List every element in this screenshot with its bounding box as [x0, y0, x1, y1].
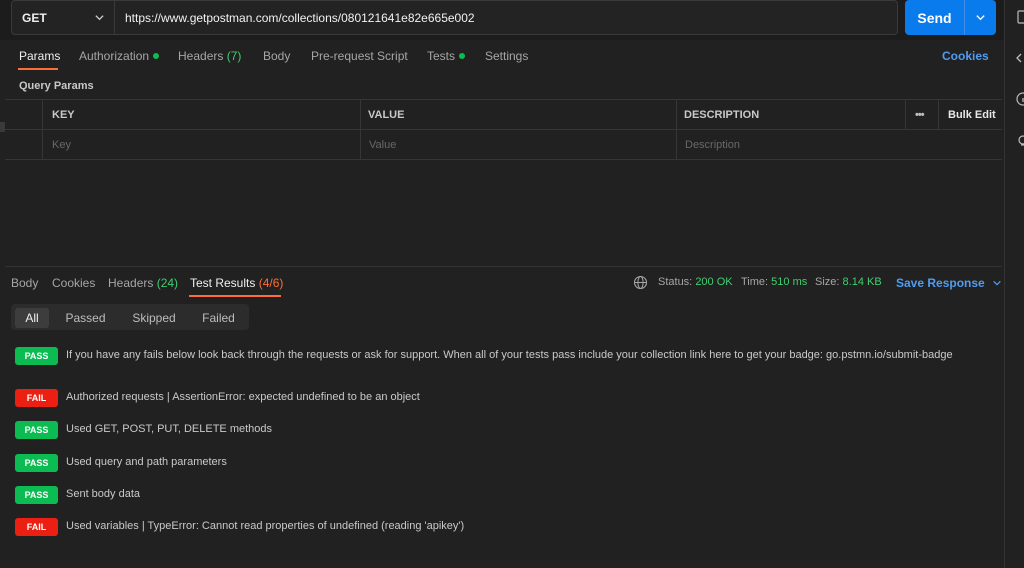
- send-label: Send: [905, 0, 965, 35]
- tab-settings[interactable]: Settings: [485, 49, 528, 69]
- test-result-item: PASS If you have any fails below look ba…: [15, 347, 990, 365]
- save-response-button[interactable]: Save Response: [896, 276, 1002, 290]
- tab-label: Test Results: [190, 276, 256, 290]
- response-tab-headers[interactable]: Headers (24): [108, 276, 178, 290]
- pass-badge: PASS: [15, 421, 58, 439]
- tab-label: Tests: [427, 49, 456, 63]
- size-readout: Size: 8.14 KB: [815, 276, 882, 288]
- pass-badge: PASS: [15, 454, 58, 472]
- status-label: Status:: [658, 276, 693, 288]
- method-value: GET: [22, 10, 47, 25]
- active-tab-indicator: [18, 68, 58, 70]
- filter-skipped[interactable]: Skipped: [123, 308, 185, 328]
- tab-tests[interactable]: Tests: [427, 49, 466, 69]
- url-value: https://www.getpostman.com/collections/0…: [125, 10, 475, 25]
- url-input[interactable]: https://www.getpostman.com/collections/0…: [115, 0, 898, 35]
- right-sidebar: [1004, 0, 1024, 568]
- save-response-label: Save Response: [896, 276, 985, 290]
- tab-pre-request-script[interactable]: Pre-request Script: [311, 49, 408, 69]
- time-label: Time:: [741, 276, 769, 288]
- size-label: Size:: [815, 276, 840, 288]
- test-result-item: FAIL Used variables | TypeError: Cannot …: [15, 518, 990, 536]
- tab-authorization[interactable]: Authorization: [79, 49, 160, 69]
- table-row: Key Value Description: [5, 130, 1002, 160]
- table-header-row: KEY VALUE DESCRIPTION ••• Bulk Edit: [5, 100, 1002, 130]
- test-result-item: PASS Used GET, POST, PUT, DELETE methods: [15, 421, 990, 439]
- response-tab-cookies[interactable]: Cookies: [52, 276, 95, 290]
- tab-label: Headers: [178, 49, 224, 63]
- active-tab-indicator: [189, 295, 281, 297]
- status-value: 200 OK: [695, 276, 733, 288]
- tab-body[interactable]: Body: [263, 49, 290, 69]
- tab-label: Body: [11, 276, 39, 290]
- test-result-text: Used variables | TypeError: Cannot read …: [66, 520, 465, 532]
- tab-label: Settings: [485, 49, 529, 63]
- key-input[interactable]: Key: [52, 139, 71, 151]
- info-icon[interactable]: [1016, 92, 1024, 106]
- status-dot: [153, 53, 160, 59]
- section-title: Query Params: [19, 80, 94, 92]
- status-readout: Status: 200 OK: [658, 276, 733, 288]
- bulk-edit-button[interactable]: Bulk Edit: [948, 109, 996, 121]
- params-table: KEY VALUE DESCRIPTION ••• Bulk Edit Key …: [5, 99, 1002, 160]
- send-button[interactable]: Send: [905, 0, 996, 35]
- code-icon[interactable]: [1016, 51, 1024, 65]
- fail-badge: FAIL: [15, 518, 58, 536]
- column-header-description: DESCRIPTION: [684, 109, 760, 121]
- test-result-text: Sent body data: [66, 488, 141, 500]
- tab-headers[interactable]: Headers (7): [178, 49, 241, 69]
- column-header-value: VALUE: [368, 109, 405, 121]
- time-readout: Time: 510 ms: [741, 276, 807, 288]
- test-result-text: Used query and path parameters: [66, 456, 227, 468]
- document-icon[interactable]: [1016, 10, 1024, 24]
- filter-failed[interactable]: Failed: [191, 308, 246, 328]
- more-icon[interactable]: •••: [915, 109, 925, 121]
- response-tab-body[interactable]: Body: [11, 276, 38, 290]
- send-options-button[interactable]: [965, 0, 996, 35]
- status-dot: [459, 53, 466, 59]
- test-result-item: PASS Used query and path parameters: [15, 454, 990, 472]
- chevron-down-icon: [976, 15, 985, 21]
- tab-count: (24): [156, 276, 179, 290]
- pane-divider[interactable]: [5, 266, 1002, 267]
- tab-label: Params: [19, 49, 61, 63]
- pass-badge: PASS: [15, 486, 58, 504]
- column-header-key: KEY: [52, 109, 75, 121]
- filter-passed[interactable]: Passed: [55, 308, 116, 328]
- test-result-item: FAIL Authorized requests | AssertionErro…: [15, 389, 990, 407]
- description-input[interactable]: Description: [685, 139, 740, 151]
- tab-params[interactable]: Params: [19, 49, 60, 69]
- lightbulb-icon[interactable]: [1016, 134, 1024, 148]
- tab-label: Cookies: [52, 276, 96, 290]
- test-result-text: Authorized requests | AssertionError: ex…: [66, 391, 420, 403]
- value-input[interactable]: Value: [369, 139, 396, 151]
- test-result-text: If you have any fails below look back th…: [66, 349, 953, 361]
- result-filter: All Passed Skipped Failed: [11, 304, 249, 330]
- tab-label: Pre-request Script: [311, 49, 408, 63]
- tab-label: Authorization: [79, 49, 150, 63]
- chevron-down-icon: [95, 15, 104, 21]
- tab-count: (4/6): [258, 276, 284, 290]
- tab-label: Headers: [108, 276, 154, 290]
- method-select[interactable]: GET: [11, 0, 115, 35]
- size-value: 8.14 KB: [842, 276, 882, 288]
- chevron-down-icon: [993, 280, 1001, 286]
- tab-count: (7): [226, 49, 242, 63]
- time-value: 510 ms: [771, 276, 808, 288]
- pass-badge: PASS: [15, 347, 58, 365]
- fail-badge: FAIL: [15, 389, 58, 407]
- test-result-text: Used GET, POST, PUT, DELETE methods: [66, 423, 273, 435]
- tab-label: Body: [263, 49, 291, 63]
- globe-icon[interactable]: [633, 275, 648, 290]
- response-tab-test-results[interactable]: Test Results (4/6): [190, 276, 283, 290]
- test-result-item: PASS Sent body data: [15, 486, 990, 504]
- cookies-link[interactable]: Cookies: [942, 49, 989, 63]
- filter-all[interactable]: All: [15, 308, 49, 328]
